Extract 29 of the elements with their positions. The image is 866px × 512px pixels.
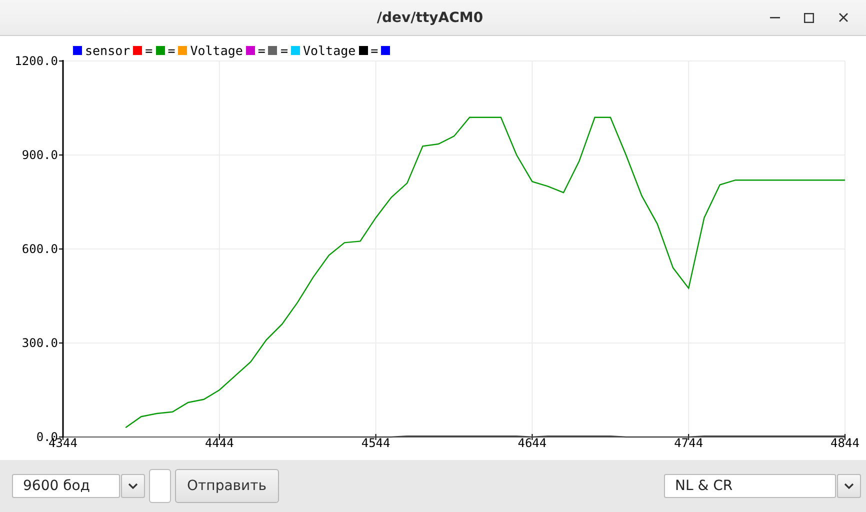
axis-label: 600.0: [22, 242, 58, 256]
axis-label: 900.0: [22, 148, 58, 162]
message-input[interactable]: [149, 469, 171, 503]
close-icon: [838, 13, 848, 22]
baud-select[interactable]: 9600 бод: [12, 474, 120, 498]
legend-label: sensor: [85, 42, 130, 58]
maximize-icon: [804, 12, 814, 22]
axis-label: 4444: [204, 436, 234, 450]
line-ending-select[interactable]: NL & CR: [664, 474, 836, 498]
caret-icon: [844, 483, 854, 489]
axis-label: 4644: [518, 436, 547, 450]
send-button[interactable]: Отправить: [175, 469, 279, 503]
axis-label: 1200.0: [14, 54, 58, 68]
minimize-icon: [770, 16, 780, 18]
dropdown-button[interactable]: [837, 474, 861, 498]
axis-label: 4844: [830, 436, 860, 450]
dropdown-button[interactable]: [121, 474, 145, 498]
axis-label: 4744: [674, 436, 704, 450]
legend-label: =: [258, 42, 266, 58]
window-title: /dev/ttyACM0: [376, 10, 484, 26]
legend-label: =: [145, 42, 153, 58]
legend-label: =: [280, 42, 288, 58]
axis-label: 4544: [361, 436, 390, 450]
legend-label: Voltage: [302, 42, 356, 58]
legend-label: Voltage: [190, 42, 243, 58]
legend-label: =: [370, 42, 378, 58]
legend-label: =: [168, 42, 176, 58]
axis-label: 300.0: [22, 336, 58, 350]
caret-icon: [128, 483, 138, 489]
